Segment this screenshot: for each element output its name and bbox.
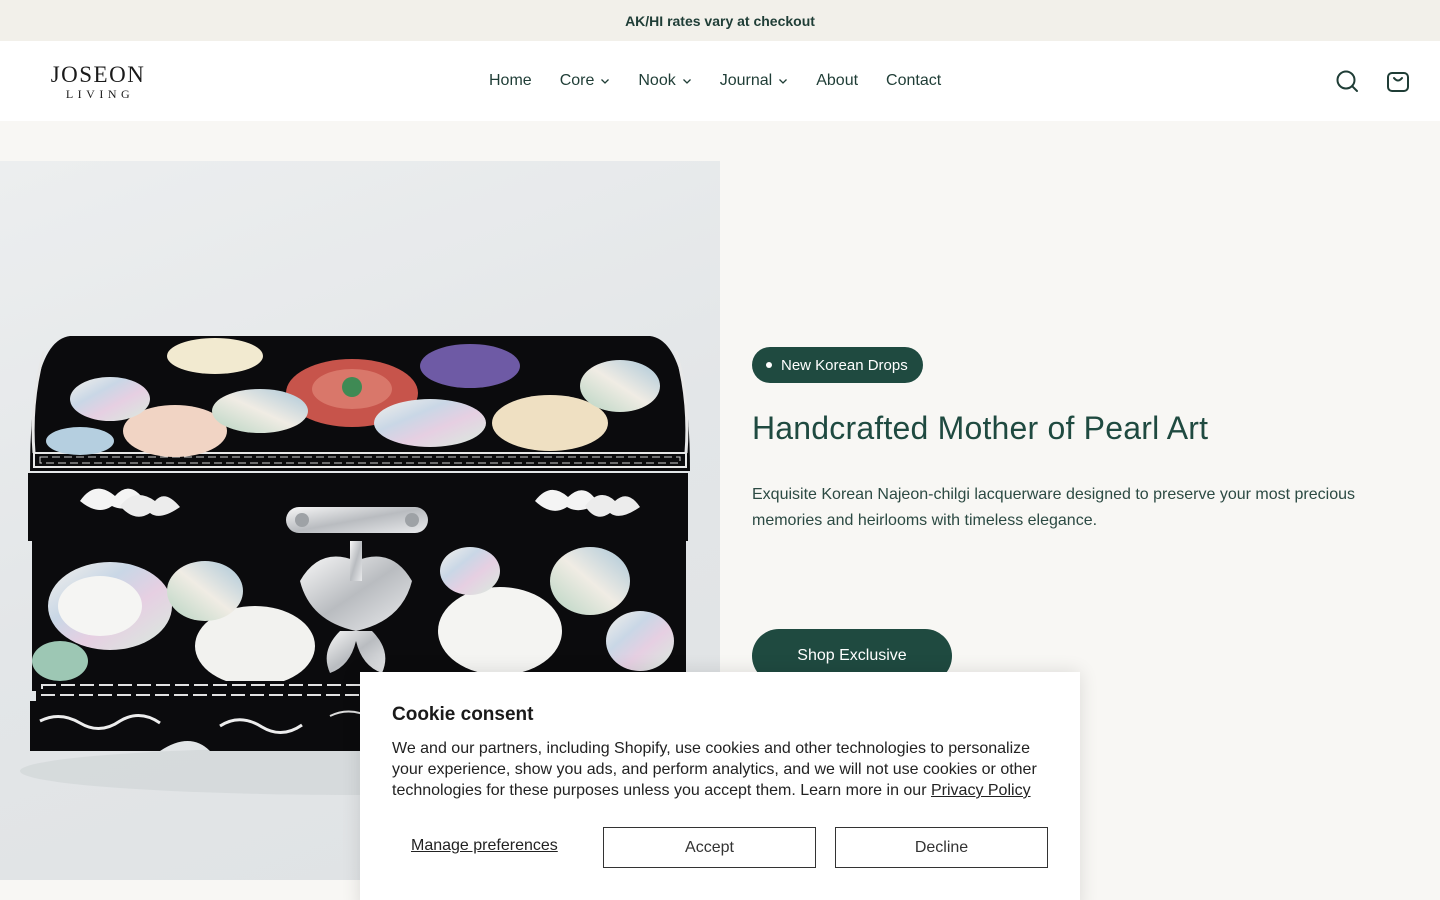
chevron-down-icon: [682, 79, 691, 84]
nav-item-about[interactable]: About: [816, 72, 858, 90]
nav-item-nook[interactable]: Nook: [638, 72, 691, 90]
announcement-text: AK/HI rates vary at checkout: [625, 12, 815, 29]
new-drops-badge: New Korean Drops: [752, 347, 923, 383]
nav-item-journal[interactable]: Journal: [720, 72, 788, 90]
chevron-down-icon: [601, 79, 610, 84]
button-label: Shop Exclusive: [797, 647, 907, 664]
main-nav: Home Core Nook Journal About Contact: [489, 41, 941, 121]
hero-title: Handcrafted Mother of Pearl Art: [752, 410, 1209, 446]
cookie-actions: Manage preferences Accept Decline: [392, 827, 1048, 868]
nav-label: About: [816, 72, 859, 89]
nav-label: Home: [489, 72, 532, 89]
manage-preferences-link[interactable]: Manage preferences: [411, 837, 558, 855]
button-label: Accept: [685, 838, 734, 856]
nav-label: Nook: [638, 72, 676, 89]
logo-line1: JOSEON: [50, 62, 146, 87]
bullet-icon: [766, 362, 772, 368]
chevron-down-icon: [779, 79, 788, 84]
privacy-policy-link[interactable]: Privacy Policy: [931, 782, 1031, 799]
badge-label: New Korean Drops: [781, 356, 908, 374]
button-label: Decline: [914, 838, 969, 856]
announcement-bar: AK/HI rates vary at checkout: [0, 0, 1440, 41]
logo-line2: LIVING: [65, 87, 135, 101]
cookie-title: Cookie consent: [392, 704, 534, 725]
nav-item-home[interactable]: Home: [489, 72, 532, 90]
search-icon[interactable]: [1334, 68, 1360, 94]
nav-label: Journal: [719, 72, 773, 89]
cookie-body: We and our partners, including Shopify, …: [392, 738, 1052, 801]
nav-label: Core: [559, 72, 595, 89]
cookie-consent-dialog: Cookie consent We and our partners, incl…: [360, 672, 1080, 900]
nav-label: Contact: [886, 72, 942, 89]
site-logo[interactable]: JOSEON LIVING: [42, 63, 154, 103]
cart-icon[interactable]: [1385, 68, 1411, 94]
nav-item-core[interactable]: Core: [560, 72, 611, 90]
nav-item-contact[interactable]: Contact: [886, 72, 941, 90]
hero-description: Exquisite Korean Najeon-chilgi lacquerwa…: [752, 486, 1355, 529]
accept-button[interactable]: Accept: [603, 827, 816, 868]
site-header: JOSEON LIVING Home Core Nook Journal Abo…: [0, 41, 1440, 121]
decline-button[interactable]: Decline: [835, 827, 1048, 868]
